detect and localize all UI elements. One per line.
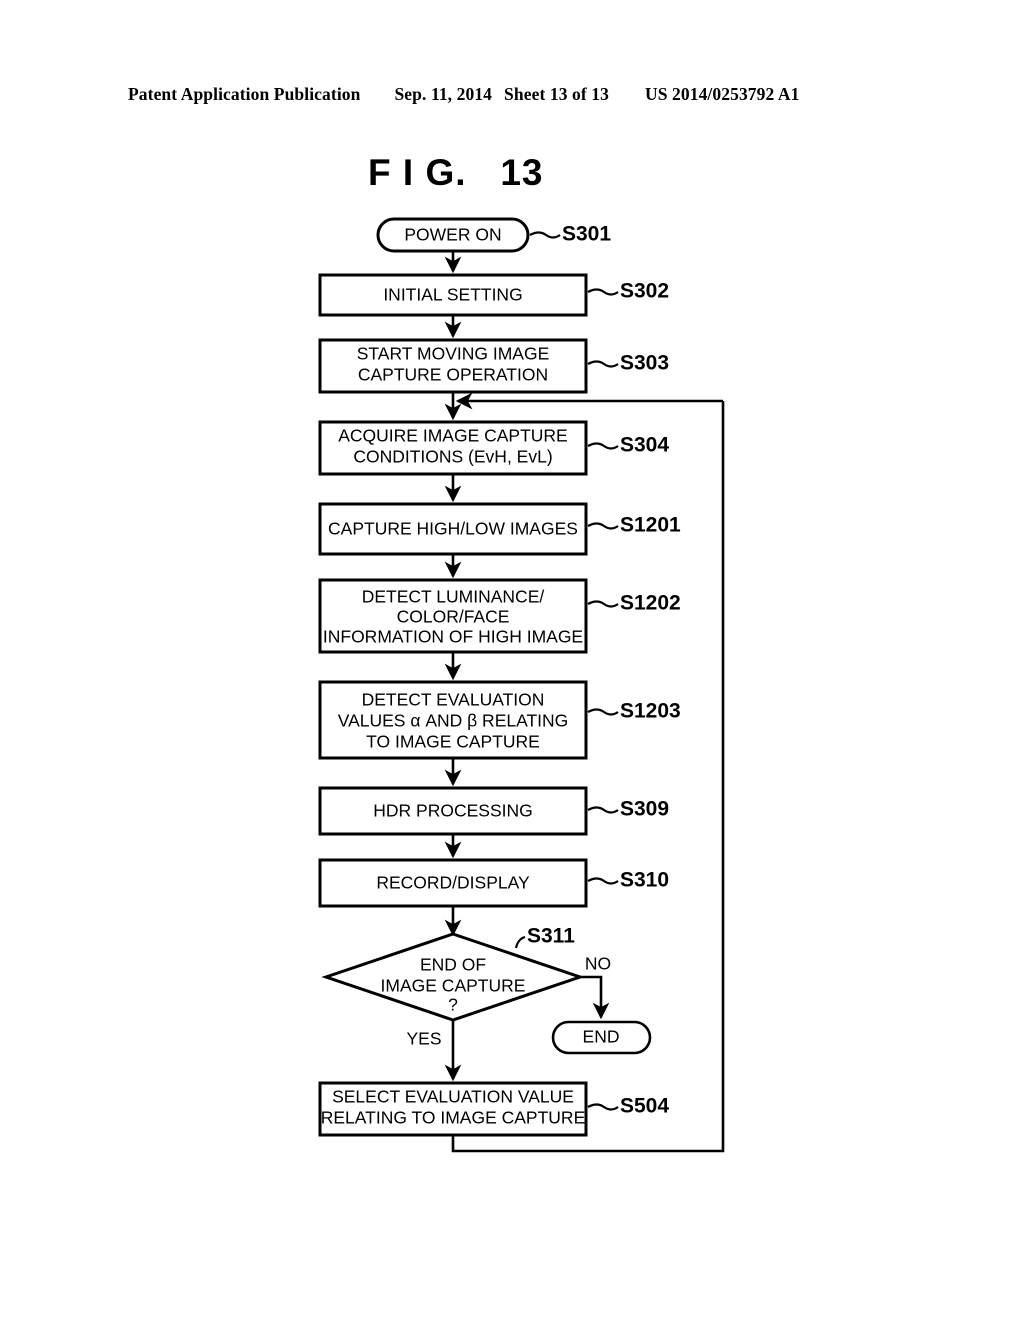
- step-id-s304: S304: [620, 434, 669, 457]
- step-id-s303: S303: [620, 352, 669, 375]
- step-id-s302: S302: [620, 280, 669, 303]
- node-s1201-label: CAPTURE HIGH/LOW IMAGES: [328, 519, 578, 539]
- node-s504: SELECT EVALUATION VALUE RELATING TO IMAG…: [318, 1081, 669, 1137]
- branch-label-yes: YES: [406, 1029, 441, 1049]
- leader-s302: [587, 288, 619, 296]
- leader-s304: [587, 442, 619, 450]
- flowchart: POWER ON S301 INITIAL SETTING S302 START…: [318, 217, 725, 1153]
- leader-s1202: [587, 600, 619, 608]
- node-s1202-label-line2: COLOR/FACE: [397, 607, 510, 627]
- leader-s301: [529, 231, 561, 239]
- leader-s311: [514, 935, 526, 949]
- step-id-s1201: S1201: [620, 514, 681, 537]
- node-s310-label: RECORD/DISPLAY: [376, 873, 530, 893]
- node-s309: HDR PROCESSING S309: [318, 786, 669, 836]
- leader-s310: [587, 877, 619, 885]
- connector-no-to-end: [580, 975, 610, 1020]
- node-s504-label-line2: RELATING TO IMAGE CAPTURE: [321, 1108, 586, 1128]
- step-id-s504: S504: [620, 1095, 669, 1118]
- node-end: END: [551, 1020, 652, 1055]
- leader-s303: [587, 360, 619, 368]
- node-end-label: END: [583, 1027, 620, 1047]
- step-id-s1202: S1202: [620, 592, 681, 615]
- node-s1202: DETECT LUMINANCE/ COLOR/FACE INFORMATION…: [318, 578, 681, 654]
- node-s1203-label-line3: TO IMAGE CAPTURE: [366, 732, 540, 752]
- node-s311: END OF IMAGE CAPTURE ? S311: [321, 925, 585, 1022]
- leader-s1201: [587, 522, 619, 530]
- node-s1203-label-line1: DETECT EVALUATION: [362, 690, 545, 710]
- node-s303-label-line2: CAPTURE OPERATION: [358, 365, 548, 385]
- node-s1201: CAPTURE HIGH/LOW IMAGES S1201: [318, 502, 681, 556]
- node-s311-label-line3: ?: [448, 995, 458, 1015]
- node-s304: ACQUIRE IMAGE CAPTURE CONDITIONS (EvH, E…: [318, 420, 669, 476]
- step-id-s309: S309: [620, 798, 669, 821]
- step-id-s310: S310: [620, 869, 669, 892]
- node-s504-label-line1: SELECT EVALUATION VALUE: [332, 1087, 574, 1107]
- node-s302-label: INITIAL SETTING: [383, 285, 522, 305]
- node-s303: START MOVING IMAGE CAPTURE OPERATION S30…: [318, 338, 669, 394]
- step-id-s311: S311: [527, 925, 575, 948]
- node-s302: INITIAL SETTING S302: [318, 273, 669, 317]
- node-s1202-label-line3: INFORMATION OF HIGH IMAGE: [323, 627, 583, 647]
- node-s301: POWER ON S301: [376, 217, 611, 253]
- node-s1202-label-line1: DETECT LUMINANCE/: [362, 587, 545, 607]
- leader-s504: [587, 1103, 619, 1111]
- node-s1203-label-line2: VALUES α AND β RELATING: [338, 711, 569, 731]
- node-s311-label-line1: END OF: [420, 955, 486, 975]
- patent-figure-page: Patent Application Publication Sep. 11, …: [0, 0, 1024, 1320]
- node-s304-label-line2: CONDITIONS (EvH, EvL): [353, 447, 552, 467]
- node-s1203: DETECT EVALUATION VALUES α AND β RELATIN…: [318, 680, 681, 760]
- step-id-s1203: S1203: [620, 700, 681, 723]
- node-s301-label: POWER ON: [404, 225, 501, 245]
- node-s310: RECORD/DISPLAY S310: [318, 858, 669, 908]
- node-s303-label-line1: START MOVING IMAGE: [357, 344, 550, 364]
- leader-s1203: [587, 708, 619, 716]
- branch-label-no: NO: [585, 954, 611, 974]
- node-s304-label-line1: ACQUIRE IMAGE CAPTURE: [338, 426, 567, 446]
- leader-s309: [587, 806, 619, 814]
- node-s309-label: HDR PROCESSING: [373, 801, 532, 821]
- node-s311-label-line2: IMAGE CAPTURE: [381, 976, 526, 996]
- step-id-s301: S301: [562, 223, 611, 246]
